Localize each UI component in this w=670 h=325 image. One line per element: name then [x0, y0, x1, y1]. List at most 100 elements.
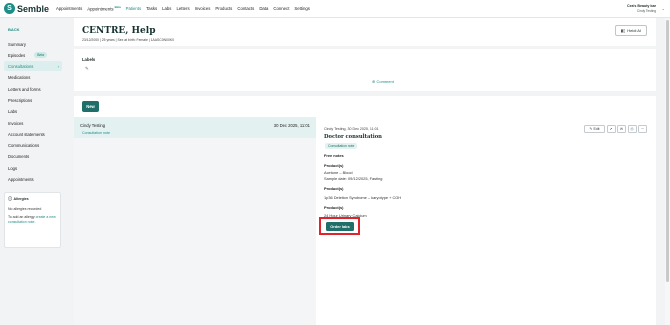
heidi-ai-label: Heidi AI: [627, 28, 642, 33]
nav-data[interactable]: Data: [259, 6, 268, 11]
product-line: 1p36 Deletion Syndrome – karyotype + CGH: [324, 195, 402, 200]
semble-logo[interactable]: S Semble: [4, 3, 52, 14]
account-name: Cea's Beauty bar: [626, 4, 656, 8]
edit-button[interactable]: ✎ Edit: [584, 125, 605, 133]
semble-logo-icon: S: [4, 3, 15, 14]
sidebar-item-episodes[interactable]: Episodes Beta: [4, 50, 62, 60]
sidebar-item-label: Documents: [8, 153, 30, 159]
page-scrollbar[interactable]: [665, 18, 670, 325]
detail-actions: ✎ Edit ➚ ✉ ⎙ ⋯: [583, 125, 647, 133]
nav-patients[interactable]: Patients: [126, 6, 142, 11]
sidebar-item-appointments[interactable]: Appointments: [4, 174, 62, 184]
labels-title: Labels: [82, 57, 96, 62]
patient-sidebar: BACK Summary Episodes Beta Consultations ›…: [0, 18, 66, 325]
chevron-right-icon: ›: [57, 63, 59, 69]
allergies-heading: ⓘ Allergies: [8, 196, 57, 202]
heidi-icon: ▮▯: [620, 28, 626, 33]
nav-appointments[interactable]: Appointments: [56, 6, 82, 11]
sidebar-item-label: Consultations: [8, 63, 34, 69]
back-link[interactable]: BACK: [8, 27, 20, 32]
products-heading: Product(s): [324, 186, 344, 191]
sidebar-item-label: Account statements: [8, 131, 45, 137]
sidebar-item-summary[interactable]: Summary: [4, 39, 62, 49]
scrollbar-thumb[interactable]: [666, 20, 669, 282]
labels-panel: Labels ✎ ⊕ Comment: [74, 49, 656, 91]
order-labs-button[interactable]: Order labs: [326, 222, 354, 231]
product-line: Acetone – Blood: [324, 170, 353, 175]
patient-name: CENTRE, Help: [82, 26, 156, 36]
sidebar-item-prescriptions[interactable]: Prescriptions: [4, 95, 62, 105]
patient-meta: 23/12/2000 | 25 years | Sex at birth: Fe…: [82, 38, 174, 42]
add-allergy-prefix: To add an allergy: [8, 215, 35, 219]
sidebar-item-label: Prescriptions: [8, 97, 33, 103]
consultation-list: Cindy Testing 30 Dec 2025, 11:01 Consult…: [74, 117, 316, 325]
nav-products[interactable]: Products: [215, 6, 232, 11]
add-allergy-text: To add an allergy create a new consultat…: [8, 215, 57, 226]
semble-logo-text: Semble: [17, 3, 50, 14]
sidebar-item-label: Letters and forms: [8, 86, 41, 92]
sidebar-item-consultations[interactable]: Consultations ›: [4, 61, 62, 71]
patient-header: CENTRE, Help 23/12/2000 | 25 years | Sex…: [74, 18, 656, 46]
comment-label: Comment: [376, 79, 394, 84]
send-icon[interactable]: ➚: [606, 125, 616, 133]
heidi-ai-button[interactable]: ▮▯ Heidi AI: [615, 25, 647, 36]
sidebar-item-label: Communications: [8, 142, 40, 148]
products-heading: Product(s): [324, 163, 344, 168]
sidebar-item-label: Labs: [8, 108, 18, 114]
allergies-panel: ⓘ Allergies No allergies recorded To add…: [4, 192, 61, 248]
chevron-down-icon[interactable]: ⌄: [662, 6, 665, 11]
sidebar-item-invoices[interactable]: Invoices: [4, 118, 62, 128]
sidebar-item-label: Medications: [8, 74, 31, 80]
sidebar-item-label: Invoices: [8, 120, 24, 126]
new-button[interactable]: New: [82, 101, 99, 112]
nav-appointments-beta-label: Appointments: [87, 6, 114, 12]
sidebar-item-letters-and-forms[interactable]: Letters and forms: [4, 84, 62, 94]
sidebar-item-label: Logs: [8, 165, 18, 171]
account-user: Cindy Testing: [636, 9, 656, 13]
allergies-title: Allergies: [13, 197, 29, 201]
sidebar-item-account-statements[interactable]: Account statements: [4, 129, 62, 139]
beta-badge: Beta: [34, 52, 48, 58]
nav-labs[interactable]: Labs: [162, 6, 171, 11]
email-icon[interactable]: ✉: [617, 125, 626, 133]
detail-author: Cindy Testing, 30 Dec 2025, 11:01: [324, 127, 379, 131]
free-notes-heading: Free notes: [324, 153, 344, 158]
products-heading: Product(s): [324, 205, 344, 210]
note-type-chip: Consultation note: [325, 143, 358, 149]
detail-title: Doctor consultation: [324, 134, 382, 140]
sidebar-item-logs[interactable]: Logs: [4, 163, 62, 173]
no-allergies-text: No allergies recorded: [8, 207, 42, 211]
nav-settings[interactable]: Settings: [294, 6, 310, 11]
nav-letters[interactable]: Letters: [176, 6, 189, 11]
edit-icon: ✎: [589, 127, 593, 131]
sidebar-item-communications[interactable]: Communications: [4, 140, 62, 150]
account-menu[interactable]: Cea's Beauty bar Cindy Testing: [627, 4, 656, 13]
sidebar-item-label: Appointments: [8, 176, 34, 182]
beta-badge: Beta: [114, 5, 121, 10]
list-item[interactable]: Cindy Testing 30 Dec 2025, 11:01 Consult…: [74, 117, 316, 138]
order-labs-highlight: Order labs: [319, 217, 360, 235]
sidebar-item-label: Episodes: [8, 52, 26, 58]
nav-connect[interactable]: Connect: [273, 6, 289, 11]
print-icon[interactable]: ⎙: [627, 125, 637, 133]
list-item-name: Cindy Testing: [80, 123, 106, 128]
sidebar-item-documents[interactable]: Documents: [4, 151, 62, 161]
nav-invoices[interactable]: Invoices: [195, 6, 211, 11]
sidebar-item-label: Summary: [8, 41, 26, 47]
list-item-type: Consultation note: [82, 130, 110, 135]
more-options-icon[interactable]: ⋯: [638, 125, 647, 133]
list-item-date: 30 Dec 2025, 11:01: [273, 123, 310, 128]
pencil-icon[interactable]: ✎: [85, 66, 89, 72]
comment-icon: ⊕: [372, 79, 376, 84]
nav-appointments-beta[interactable]: AppointmentsBeta: [87, 5, 120, 11]
info-icon: ⓘ: [8, 196, 12, 201]
sidebar-item-medications[interactable]: Medications: [4, 72, 62, 82]
consultations-workspace: New Cindy Testing 30 Dec 2025, 11:01 Con…: [74, 96, 656, 325]
top-navigation: S Semble Appointments AppointmentsBeta P…: [0, 0, 670, 18]
nav-contacts[interactable]: Contacts: [237, 6, 254, 11]
sidebar-item-labs[interactable]: Labs: [4, 106, 62, 116]
nav-tasks[interactable]: Tasks: [146, 6, 157, 11]
edit-label: Edit: [593, 127, 600, 131]
consultation-detail: Cindy Testing, 30 Dec 2025, 11:01 Doctor…: [316, 117, 656, 325]
comment-button[interactable]: ⊕ Comment: [372, 79, 394, 84]
